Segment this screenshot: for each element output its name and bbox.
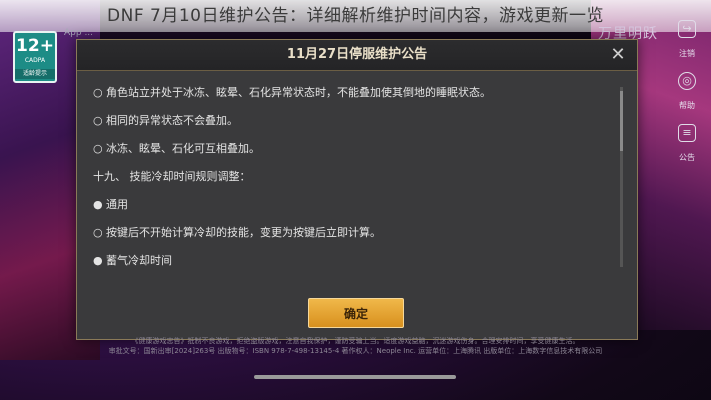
- modal-header: 11月27日停服维护公告 ✕: [77, 40, 637, 71]
- notice-line: ○ 冰冻、眩晕、石化可互相叠加。: [93, 141, 619, 169]
- home-indicator[interactable]: [254, 375, 456, 379]
- notice-text: 按键后不开始计算冷却的技能，变更为按键后立即计算。: [106, 226, 381, 239]
- announcement-modal: 11月27日停服维护公告 ✕ ○ 角色站立并处于冰冻、眩晕、石化异常状态时，不能叠…: [76, 39, 638, 340]
- notice-line: ● 通用: [93, 197, 619, 225]
- bullet-icon: ●: [93, 198, 103, 211]
- notice-text: 相同的异常状态不会叠加。: [106, 114, 238, 127]
- side-item-logout[interactable]: ↪ 注销: [670, 20, 704, 60]
- confirm-button[interactable]: 确定: [308, 298, 404, 328]
- notice-line: ○ 按键后不开始计算冷却的技能，变更为按键后立即计算。: [93, 225, 619, 253]
- notice-line: ● 蓄气冷却时间: [93, 253, 619, 281]
- side-item-help[interactable]: ◎ 帮助: [670, 72, 704, 112]
- notice-text: 冰冻、眩晕、石化可互相叠加。: [106, 142, 260, 155]
- notice-section-heading: 十九、 技能冷却时间规则调整：: [93, 169, 619, 197]
- bullet-icon: ○: [93, 142, 103, 155]
- notice-text: 角色站立并处于冰冻、眩晕、石化异常状态时，不能叠加使其倒地的睡眠状态。: [106, 86, 491, 99]
- notice-line: ○ 角色站立并处于冰冻、眩晕、石化异常状态时，不能叠加使其倒地的睡眠状态。: [93, 85, 619, 113]
- top-left-text: App ...: [64, 28, 94, 38]
- bullet-icon: ○: [93, 114, 103, 127]
- age-rating: 12+: [16, 36, 54, 56]
- bullet-icon: ○: [93, 86, 103, 99]
- side-item-label: 公告: [679, 153, 695, 162]
- health-advisory: 《健康游戏忠告》抵制不良游戏，拒绝盗版游戏，注意自我保护，谨防受骗上当。适度游戏…: [131, 337, 580, 345]
- notice-text: 通用: [106, 198, 128, 211]
- side-item-label: 注销: [679, 49, 695, 58]
- modal-body[interactable]: ○ 角色站立并处于冰冻、眩晕、石化异常状态时，不能叠加使其倒地的睡眠状态。 ○ 相同…: [77, 71, 637, 285]
- modal-title: 11月27日停服维护公告: [286, 47, 428, 62]
- announcement-icon: ≡: [678, 124, 696, 142]
- logout-icon: ↪: [678, 20, 696, 38]
- side-item-label: 帮助: [679, 101, 695, 110]
- publication-info: 审批文号：国新出审[2024]263号 出版物号：ISBN 978-7-498-…: [108, 347, 603, 355]
- age-hint: 适龄提示: [15, 69, 55, 79]
- notice-line: ○ 相同的异常状态不会叠加。: [93, 113, 619, 141]
- scrollbar-thumb[interactable]: [620, 91, 623, 151]
- rating-org: CADPA: [24, 57, 46, 64]
- bullet-icon: ○: [93, 226, 103, 239]
- bullet-icon: ●: [93, 254, 103, 267]
- side-item-announcement[interactable]: ≡ 公告: [670, 124, 704, 164]
- modal-scrollbar[interactable]: [620, 87, 623, 267]
- footer-legal: 《健康游戏忠告》抵制不良游戏，拒绝盗版游戏，注意自我保护，谨防受骗上当。适度游戏…: [0, 336, 711, 356]
- close-button[interactable]: ✕: [607, 44, 629, 66]
- side-menu: ↪ 注销 ◎ 帮助 ≡ 公告: [670, 20, 704, 176]
- help-icon: ◎: [678, 72, 696, 90]
- notice-text: 蓄气冷却时间: [106, 254, 172, 267]
- age-rating-badge: 12+ CADPA 适龄提示: [13, 31, 57, 83]
- notice-text: 十九、 技能冷却时间规则调整：: [93, 170, 251, 183]
